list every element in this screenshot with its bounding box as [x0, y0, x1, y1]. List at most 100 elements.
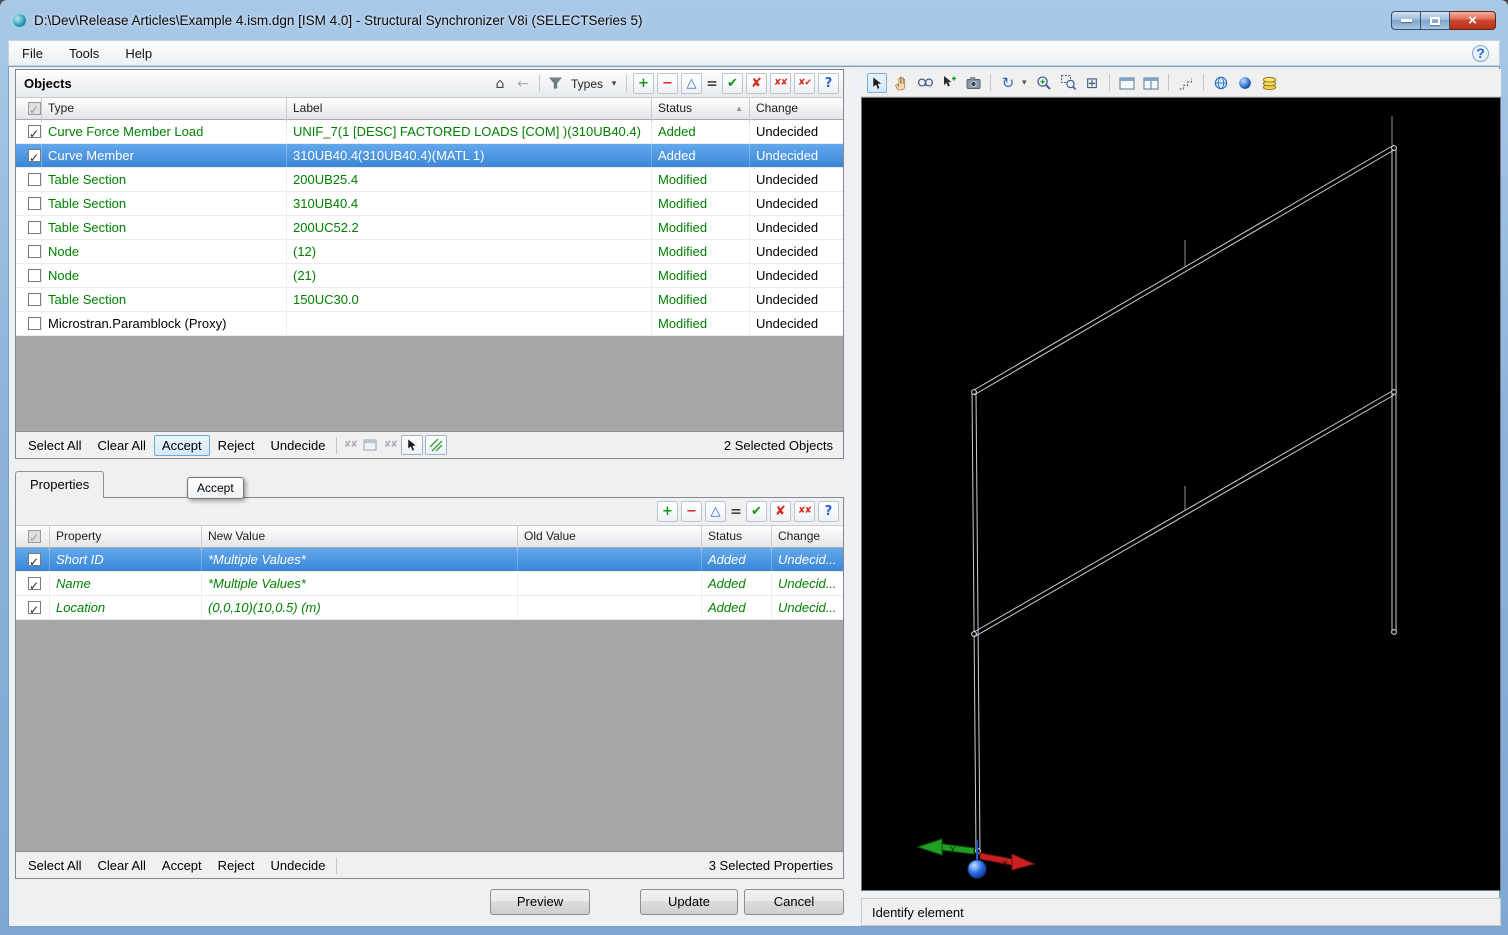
accept-button[interactable]: Accept — [154, 435, 210, 456]
types-dropdown-icon[interactable]: ▾ — [608, 74, 620, 94]
accept-button[interactable]: Accept — [154, 855, 210, 876]
hatch-select-button[interactable] — [425, 435, 447, 455]
help-icon[interactable]: ? — [1472, 45, 1489, 62]
row-checkbox[interactable] — [28, 245, 41, 258]
zoom-in-button[interactable] — [1034, 73, 1054, 93]
clear-all-button[interactable]: Clear All — [89, 435, 153, 456]
undecide-all-icon[interactable]: ✘✔ — [794, 73, 815, 94]
delta-icon[interactable]: △ — [681, 73, 702, 94]
table-row[interactable]: Node (21) Modified Undecided — [16, 264, 843, 288]
view-window-2-button[interactable] — [1141, 73, 1161, 93]
reject-button[interactable]: Reject — [210, 435, 263, 456]
reject-all-icon[interactable]: ✘✘ — [794, 501, 815, 522]
column-old-value[interactable]: Old Value — [518, 526, 702, 550]
table-row[interactable]: Curve Force Member Load UNIF_7(1 [DESC] … — [16, 120, 843, 144]
header-checkbox[interactable] — [28, 102, 41, 115]
cancel-button[interactable]: Cancel — [744, 889, 844, 915]
fit-view-button[interactable]: ⊞ — [1082, 73, 1102, 93]
column-property[interactable]: Property — [50, 526, 202, 550]
row-checkbox[interactable] — [28, 173, 41, 186]
column-change[interactable]: Change — [750, 98, 843, 122]
close-button[interactable]: × — [1450, 11, 1496, 30]
preview-button[interactable]: Preview — [490, 889, 590, 915]
column-check[interactable] — [16, 98, 42, 122]
rotate-view-button[interactable]: ↻ — [998, 73, 1018, 93]
reject-icon[interactable]: ✘ — [770, 501, 791, 522]
clear-all-button[interactable]: Clear All — [89, 855, 153, 876]
row-checkbox[interactable] — [28, 269, 41, 282]
objects-help-icon[interactable]: ? — [818, 73, 839, 94]
table-row[interactable]: Node (12) Modified Undecided — [16, 240, 843, 264]
filter-funnel-icon[interactable] — [546, 75, 566, 93]
header-checkbox[interactable] — [28, 530, 41, 543]
row-checkbox[interactable] — [28, 221, 41, 234]
zoom-window-button[interactable] — [1058, 73, 1078, 93]
row-checkbox[interactable] — [28, 125, 41, 138]
row-checkbox[interactable] — [28, 553, 41, 566]
column-type[interactable]: Type — [42, 98, 287, 122]
menu-help[interactable]: Help — [112, 42, 165, 65]
pan-tool-button[interactable] — [891, 73, 911, 93]
select-mode-button[interactable] — [401, 435, 423, 455]
table-row[interactable]: Microstran.Paramblock (Proxy) Modified U… — [16, 312, 843, 336]
view-window-1-button[interactable] — [1117, 73, 1137, 93]
reject-button[interactable]: Reject — [210, 855, 263, 876]
reject-icon[interactable]: ✘ — [746, 73, 767, 94]
levels-button[interactable] — [1259, 73, 1279, 93]
reject-all-disabled-icon[interactable]: ✘✘ — [340, 436, 360, 454]
select-all-button[interactable]: Select All — [20, 435, 89, 456]
tab-properties[interactable]: Properties — [15, 471, 104, 498]
camera-button[interactable] — [963, 73, 983, 93]
add-filter-icon[interactable]: + — [633, 73, 654, 94]
undecide-button[interactable]: Undecide — [263, 435, 334, 456]
table-row[interactable]: Table Section 150UC30.0 Modified Undecid… — [16, 288, 843, 312]
minimize-button[interactable] — [1391, 11, 1421, 30]
types-dropdown-label[interactable]: Types — [569, 77, 605, 91]
property-row[interactable]: Location (0,0,10)(10,0.5) (m) Added Unde… — [16, 596, 843, 620]
column-new-value[interactable]: New Value — [202, 526, 518, 550]
column-check[interactable] — [16, 526, 50, 550]
steps-button[interactable] — [1176, 73, 1196, 93]
add-filter-icon[interactable]: + — [657, 501, 678, 522]
reject-all-icon[interactable]: ✘✘ — [770, 73, 791, 94]
maximize-button[interactable] — [1421, 11, 1450, 30]
row-checkbox[interactable] — [28, 601, 41, 614]
table-row[interactable]: Table Section 200UB25.4 Modified Undecid… — [16, 168, 843, 192]
delta-icon[interactable]: △ — [705, 501, 726, 522]
properties-help-icon[interactable]: ? — [818, 501, 839, 522]
back-icon[interactable]: ← — [513, 74, 533, 94]
title-bar[interactable]: D:\Dev\Release Articles\Example 4.ism.dg… — [0, 0, 1508, 40]
sphere-button[interactable] — [1235, 73, 1255, 93]
home-icon[interactable]: ⌂ — [490, 74, 510, 94]
accept-all-icon[interactable]: ✔ — [722, 73, 743, 94]
column-change[interactable]: Change — [772, 526, 843, 550]
accept-all-icon[interactable]: ✔ — [746, 501, 767, 522]
update-button[interactable]: Update — [640, 889, 738, 915]
table-row[interactable]: Table Section 310UB40.4 Modified Undecid… — [16, 192, 843, 216]
row-checkbox[interactable] — [28, 293, 41, 306]
menu-tools[interactable]: Tools — [56, 42, 112, 65]
undecide-button[interactable]: Undecide — [263, 855, 334, 876]
row-checkbox[interactable] — [28, 149, 41, 162]
select-tool-button[interactable] — [867, 73, 887, 93]
column-status[interactable]: Status▲ — [652, 98, 750, 122]
row-checkbox[interactable] — [28, 317, 41, 330]
property-row-selected[interactable]: Short ID *Multiple Values* Added Undecid… — [16, 548, 843, 572]
clear-decisions-disabled-icon[interactable]: ✘✘ — [380, 436, 400, 454]
model-viewport[interactable]: Y X — [861, 97, 1501, 891]
show-item-icon[interactable] — [360, 436, 380, 454]
rotate-dropdown-icon[interactable]: ▾ — [1022, 78, 1030, 88]
element-selection-button[interactable] — [939, 73, 959, 93]
select-all-button[interactable]: Select All — [20, 855, 89, 876]
table-row-selected[interactable]: Curve Member 310UB40.4(310UB40.4)(MATL 1… — [16, 144, 843, 168]
column-label[interactable]: Label — [287, 98, 652, 122]
menu-file[interactable]: File — [9, 42, 56, 65]
zoom-pair-button[interactable] — [915, 73, 935, 93]
globe-button[interactable] — [1211, 73, 1231, 93]
property-row[interactable]: Name *Multiple Values* Added Undecid... — [16, 572, 843, 596]
remove-filter-icon[interactable]: − — [681, 501, 702, 522]
table-row[interactable]: Table Section 200UC52.2 Modified Undecid… — [16, 216, 843, 240]
row-checkbox[interactable] — [28, 577, 41, 590]
row-checkbox[interactable] — [28, 197, 41, 210]
column-status[interactable]: Status — [702, 526, 772, 550]
